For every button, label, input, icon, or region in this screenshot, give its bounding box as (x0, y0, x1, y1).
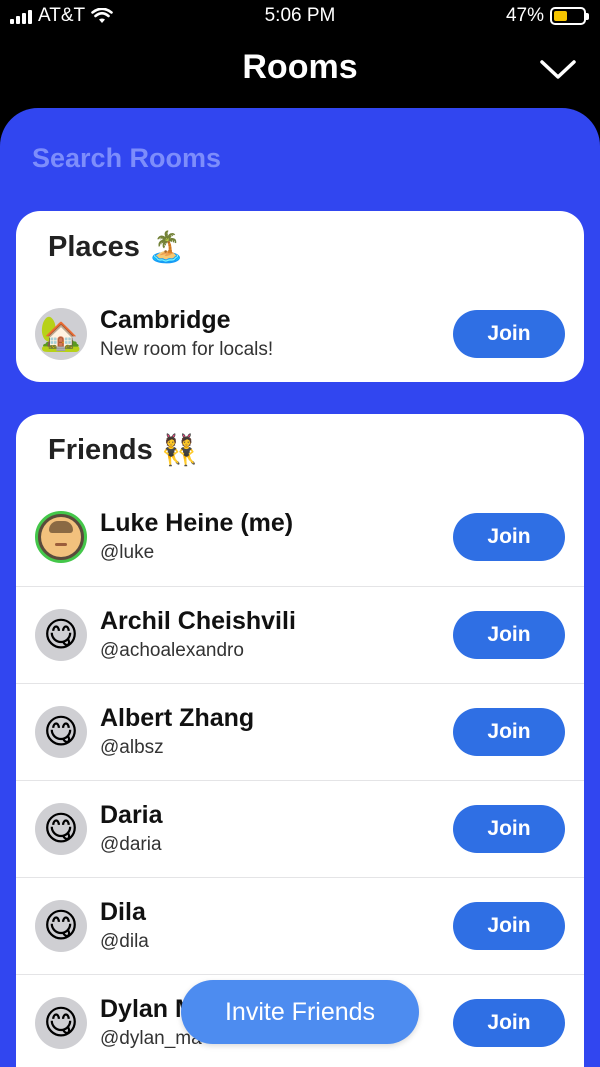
join-button[interactable]: Join (453, 999, 565, 1047)
friend-handle: @dila (100, 931, 149, 952)
friend-name: Albert Zhang (100, 704, 255, 732)
friend-handle: @albsz (100, 737, 164, 758)
join-button[interactable]: Join (453, 805, 565, 853)
friend-handle: @dylan_ma (100, 1028, 202, 1049)
join-button[interactable]: Join (453, 902, 565, 950)
house-avatar-icon: 🏡 (35, 308, 87, 360)
room-subtitle: New room for locals! (100, 339, 274, 360)
yum-face-avatar-icon: 😋 (35, 706, 87, 758)
room-name: Cambridge (100, 306, 231, 334)
friend-name: Daria (100, 801, 163, 829)
friend-row[interactable]: Luke Heine (me) @luke Join (16, 489, 584, 586)
battery-percent: 47% (505, 5, 544, 26)
search-input[interactable] (32, 138, 562, 178)
friend-row[interactable]: 😋 Daria @daria Join (16, 780, 584, 877)
friend-name: Dila (100, 898, 146, 926)
friend-name: Archil Cheishvili (100, 607, 296, 635)
friend-row[interactable]: 😋 Dila @dila Join (16, 877, 584, 974)
friend-handle: @achoalexandro (100, 640, 244, 661)
rooms-panel: Places 🏝️ 🏡 Cambridge New room for local… (0, 108, 600, 1067)
friend-handle: @luke (100, 542, 155, 563)
friend-row[interactable]: 😋 Albert Zhang @albsz Join (16, 683, 584, 780)
island-emoji-icon: 🏝️ (147, 230, 186, 264)
dancers-emoji-icon: 👯 (160, 433, 199, 467)
friends-card: Friends 👯 Luke Heine (me) @luke Join 😋 A… (16, 414, 584, 1067)
places-heading: Places 🏝️ (48, 231, 185, 264)
list-item[interactable]: 🏡 Cambridge New room for locals! Join (16, 286, 584, 382)
yum-face-avatar-icon: 😋 (35, 803, 87, 855)
places-title: Places (48, 231, 140, 263)
yum-face-avatar-icon: 😋 (35, 609, 87, 661)
join-button[interactable]: Join (453, 611, 565, 659)
invite-friends-button[interactable]: Invite Friends (181, 980, 419, 1044)
friends-heading: Friends 👯 (48, 434, 198, 467)
status-right: 47% (505, 5, 589, 27)
places-card: Places 🏝️ 🏡 Cambridge New room for local… (16, 211, 584, 382)
yum-face-avatar-icon: 😋 (35, 997, 87, 1049)
status-bar: AT&T 5:06 PM 47% (0, 0, 600, 34)
battery-fill (554, 11, 568, 21)
page-title: Rooms (242, 48, 358, 86)
battery-icon (550, 7, 589, 25)
chevron-down-icon[interactable] (538, 52, 578, 86)
profile-photo (41, 517, 81, 557)
friend-name: Luke Heine (me) (100, 509, 294, 537)
join-button[interactable]: Join (453, 310, 565, 358)
profile-avatar (35, 511, 87, 563)
friend-row[interactable]: 😋 Archil Cheishvili @achoalexandro Join (16, 586, 584, 683)
friend-handle: @daria (100, 834, 162, 855)
friends-title: Friends (48, 434, 153, 466)
join-button[interactable]: Join (453, 513, 565, 561)
join-button[interactable]: Join (453, 708, 565, 756)
yum-face-avatar-icon: 😋 (35, 900, 87, 952)
